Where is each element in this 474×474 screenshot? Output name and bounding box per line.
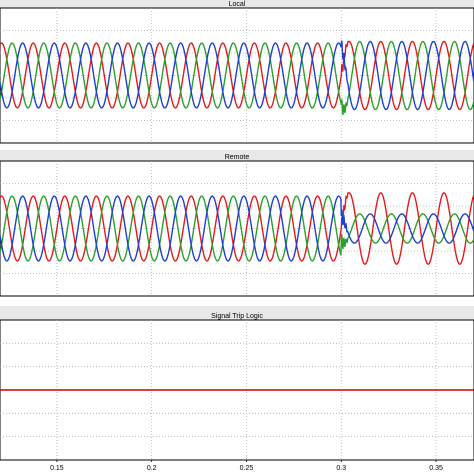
x-tick-label: 0.25 [240,465,254,472]
panel-3: Signal Trip Logic [0,306,474,461]
panel-title: Remote [225,154,250,161]
panel-2: Remote [0,150,474,297]
x-tick-label: 0.35 [429,465,443,472]
panel-1: Local [0,0,474,144]
x-tick-label: 0.2 [147,465,157,472]
panel-title: Local [229,1,246,8]
scope-figure: Local Remote Signal Trip Logic 0.15 0.2 0.25… [0,0,474,474]
x-tick-label: 0.15 [50,465,64,472]
scope-panels: Local Remote Signal Trip Logic [0,0,474,461]
panel-title: Signal Trip Logic [211,313,263,320]
x-tick-label: 0.3 [336,465,346,472]
